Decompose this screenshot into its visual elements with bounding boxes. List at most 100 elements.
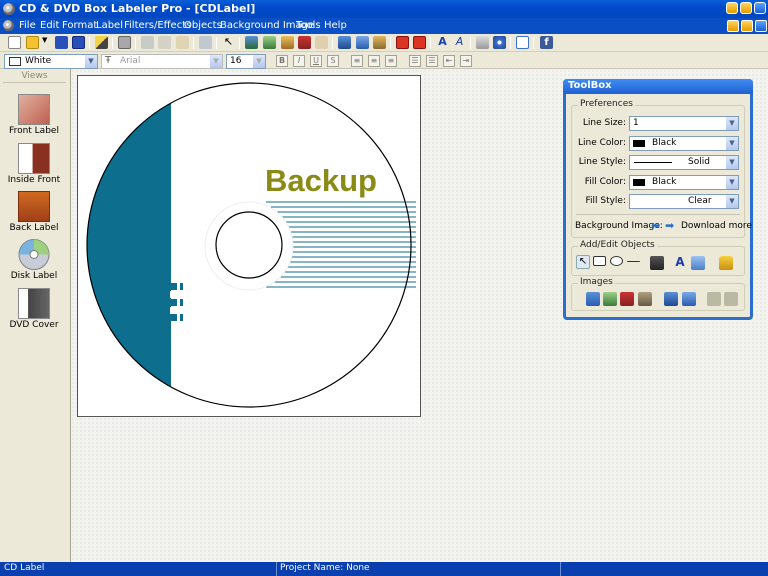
- open-folder-icon[interactable]: [26, 36, 39, 49]
- bold-button[interactable]: B: [276, 55, 288, 67]
- label-canvas[interactable]: Backup: [77, 75, 421, 417]
- magic-wand-icon[interactable]: [95, 36, 108, 49]
- photo-album-icon[interactable]: [373, 36, 386, 49]
- menu-file[interactable]: File: [19, 20, 36, 31]
- print-icon[interactable]: [118, 36, 131, 49]
- save-icon[interactable]: [55, 36, 68, 49]
- ellipse-tool-icon[interactable]: [610, 256, 623, 266]
- view-disk-label[interactable]: Disk Label: [0, 239, 70, 287]
- open-dropdown-icon[interactable]: ▼: [42, 36, 50, 49]
- arrow-left-icon[interactable]: ⬅: [651, 219, 660, 232]
- scan-image-icon[interactable]: [338, 36, 351, 49]
- view-back-label[interactable]: Back Label: [0, 191, 70, 239]
- close-button[interactable]: [754, 2, 766, 14]
- line-style-select[interactable]: Solid ▼: [629, 155, 739, 170]
- menu-tools[interactable]: Tools: [296, 20, 321, 31]
- barcode-tool-icon[interactable]: [650, 256, 664, 270]
- pointer-icon[interactable]: ↖: [222, 36, 235, 49]
- curved-text-icon[interactable]: A: [453, 36, 466, 49]
- align-right-button[interactable]: ≡: [385, 55, 397, 67]
- scan-image-icon[interactable]: [586, 292, 600, 306]
- paste-icon[interactable]: [176, 36, 189, 49]
- chevron-down-icon[interactable]: ▼: [726, 195, 738, 208]
- minimize-button[interactable]: [726, 2, 738, 14]
- line-tool-icon[interactable]: [627, 261, 640, 262]
- color-value: White: [25, 56, 52, 66]
- insert-image-icon[interactable]: [603, 292, 617, 306]
- underline-button[interactable]: U: [310, 55, 322, 67]
- menu-label[interactable]: Label: [96, 20, 123, 31]
- lock-icon[interactable]: [719, 256, 733, 270]
- image-effects-icon[interactable]: [638, 292, 652, 306]
- cut-icon[interactable]: [141, 36, 154, 49]
- menu-objects[interactable]: Objects: [184, 20, 222, 31]
- align-left-button[interactable]: ≡: [351, 55, 363, 67]
- strikethrough-button[interactable]: S: [327, 55, 339, 67]
- menu-format[interactable]: Format: [62, 20, 97, 31]
- increase-indent-button[interactable]: ⇥: [460, 55, 472, 67]
- line-size-select[interactable]: 1 ▼: [629, 116, 739, 131]
- delete-image-icon[interactable]: [620, 292, 634, 306]
- numbering-button[interactable]: ☰: [426, 55, 438, 67]
- checklist-icon[interactable]: [516, 36, 529, 49]
- view-front-label[interactable]: Front Label: [0, 94, 70, 142]
- insert-image-icon[interactable]: [245, 36, 258, 49]
- delete-image-icon[interactable]: [298, 36, 311, 49]
- spine-text-icon[interactable]: [413, 36, 426, 49]
- chevron-down-icon[interactable]: ▼: [253, 55, 265, 68]
- bullets-button[interactable]: ☰: [409, 55, 421, 67]
- child-close-button[interactable]: [755, 20, 767, 32]
- camera-image-icon[interactable]: [682, 292, 696, 306]
- font-combo[interactable]: Ŧ Arial ▼: [101, 54, 223, 69]
- status-project-name: Project Name: None: [280, 563, 370, 573]
- chevron-down-icon[interactable]: ▼: [726, 137, 738, 150]
- disk-icon: [18, 239, 50, 270]
- arrow-right-icon[interactable]: ➡: [665, 219, 674, 232]
- menu-help[interactable]: Help: [324, 20, 347, 31]
- chevron-down-icon[interactable]: ▼: [726, 117, 738, 130]
- line-color-select[interactable]: Black ▼: [629, 136, 739, 151]
- child-minimize-button[interactable]: [727, 20, 739, 32]
- align-center-button[interactable]: ≡: [368, 55, 380, 67]
- label-title-text[interactable]: Backup: [265, 163, 377, 198]
- menu-filters-effects[interactable]: Filters/Effects: [124, 20, 191, 31]
- chevron-down-icon[interactable]: ▼: [85, 55, 97, 68]
- view-dvd-cover[interactable]: DVD Cover: [0, 288, 70, 336]
- disc-edit-icon[interactable]: [476, 36, 489, 49]
- view-inside-front[interactable]: Inside Front: [0, 143, 70, 191]
- italic-button[interactable]: I: [293, 55, 305, 67]
- decrease-indent-button[interactable]: ⇤: [443, 55, 455, 67]
- text-tool-icon[interactable]: A: [673, 255, 687, 269]
- save-all-icon[interactable]: [72, 36, 85, 49]
- copy-icon[interactable]: [158, 36, 171, 49]
- fill-style-select[interactable]: Clear ▼: [629, 194, 739, 209]
- web-icon[interactable]: [493, 36, 506, 49]
- new-icon[interactable]: [8, 36, 21, 49]
- download-more-link[interactable]: Download more: [681, 221, 752, 231]
- status-divider: [560, 562, 561, 576]
- text-icon[interactable]: A: [436, 36, 449, 49]
- font-size-combo[interactable]: 16 ▼: [226, 54, 266, 69]
- child-restore-button[interactable]: [741, 20, 753, 32]
- facebook-icon[interactable]: f: [540, 36, 553, 49]
- capture-image-icon[interactable]: [356, 36, 369, 49]
- chevron-down-icon[interactable]: ▼: [726, 176, 738, 189]
- rectangle-tool-icon[interactable]: [593, 256, 606, 266]
- chevron-down-icon[interactable]: ▼: [210, 55, 222, 68]
- barcode-icon[interactable]: [396, 36, 409, 49]
- image-crop-icon[interactable]: [724, 292, 738, 306]
- image-tool-icon[interactable]: [691, 256, 705, 270]
- capture-image-icon[interactable]: [664, 292, 678, 306]
- image-frame-icon[interactable]: [707, 292, 721, 306]
- image-effect-icon[interactable]: [315, 36, 328, 49]
- undo-icon[interactable]: [199, 36, 212, 49]
- insert-clipart-icon[interactable]: [263, 36, 276, 49]
- maximize-button[interactable]: [740, 2, 752, 14]
- chevron-down-icon[interactable]: ▼: [726, 156, 738, 169]
- color-combo[interactable]: White ▼: [4, 54, 98, 69]
- frame-image-icon[interactable]: [281, 36, 294, 49]
- fill-color-select[interactable]: Black ▼: [629, 175, 739, 190]
- menu-edit[interactable]: Edit: [40, 20, 59, 31]
- select-tool-icon[interactable]: ↖: [576, 255, 590, 269]
- document-icon[interactable]: [3, 20, 14, 31]
